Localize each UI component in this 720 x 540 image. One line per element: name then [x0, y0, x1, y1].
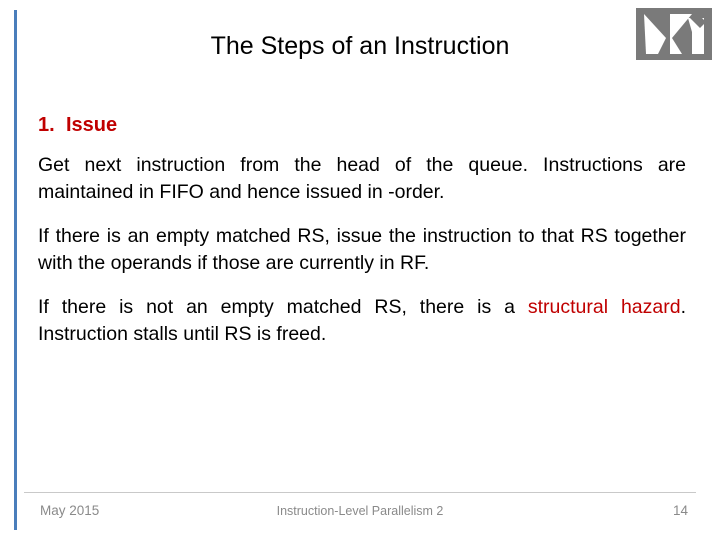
paragraph-issue-fetch: Get next instruction from the head of th… — [38, 154, 686, 203]
paragraph-structural-hazard: If there is not an empty matched RS, the… — [38, 294, 686, 348]
page-title: The Steps of an Instruction — [210, 32, 510, 60]
list-item: 1. Issue — [38, 112, 686, 138]
left-accent-bar — [14, 10, 17, 530]
footer-subject: Instruction-Level Parallelism 2 — [276, 504, 444, 518]
footer-divider — [24, 492, 696, 493]
footer: May 2015 Instruction-Level Parallelism 2… — [24, 500, 696, 526]
footer-page-number: 14 — [672, 503, 688, 518]
structural-hazard-highlight: structural hazard — [527, 296, 681, 318]
paragraph-empty-rs: If there is an empty matched RS, issue t… — [38, 225, 686, 274]
list-item-label: Issue — [66, 114, 118, 136]
slide-body: 1. Issue Get next instruction from the h… — [38, 112, 686, 348]
slide: The Steps of an Instruction 1. Issue Get… — [0, 0, 720, 540]
hazard-lead-text: If there is not an empty matched RS, the… — [38, 296, 528, 318]
list-item-number: 1. — [38, 114, 55, 136]
